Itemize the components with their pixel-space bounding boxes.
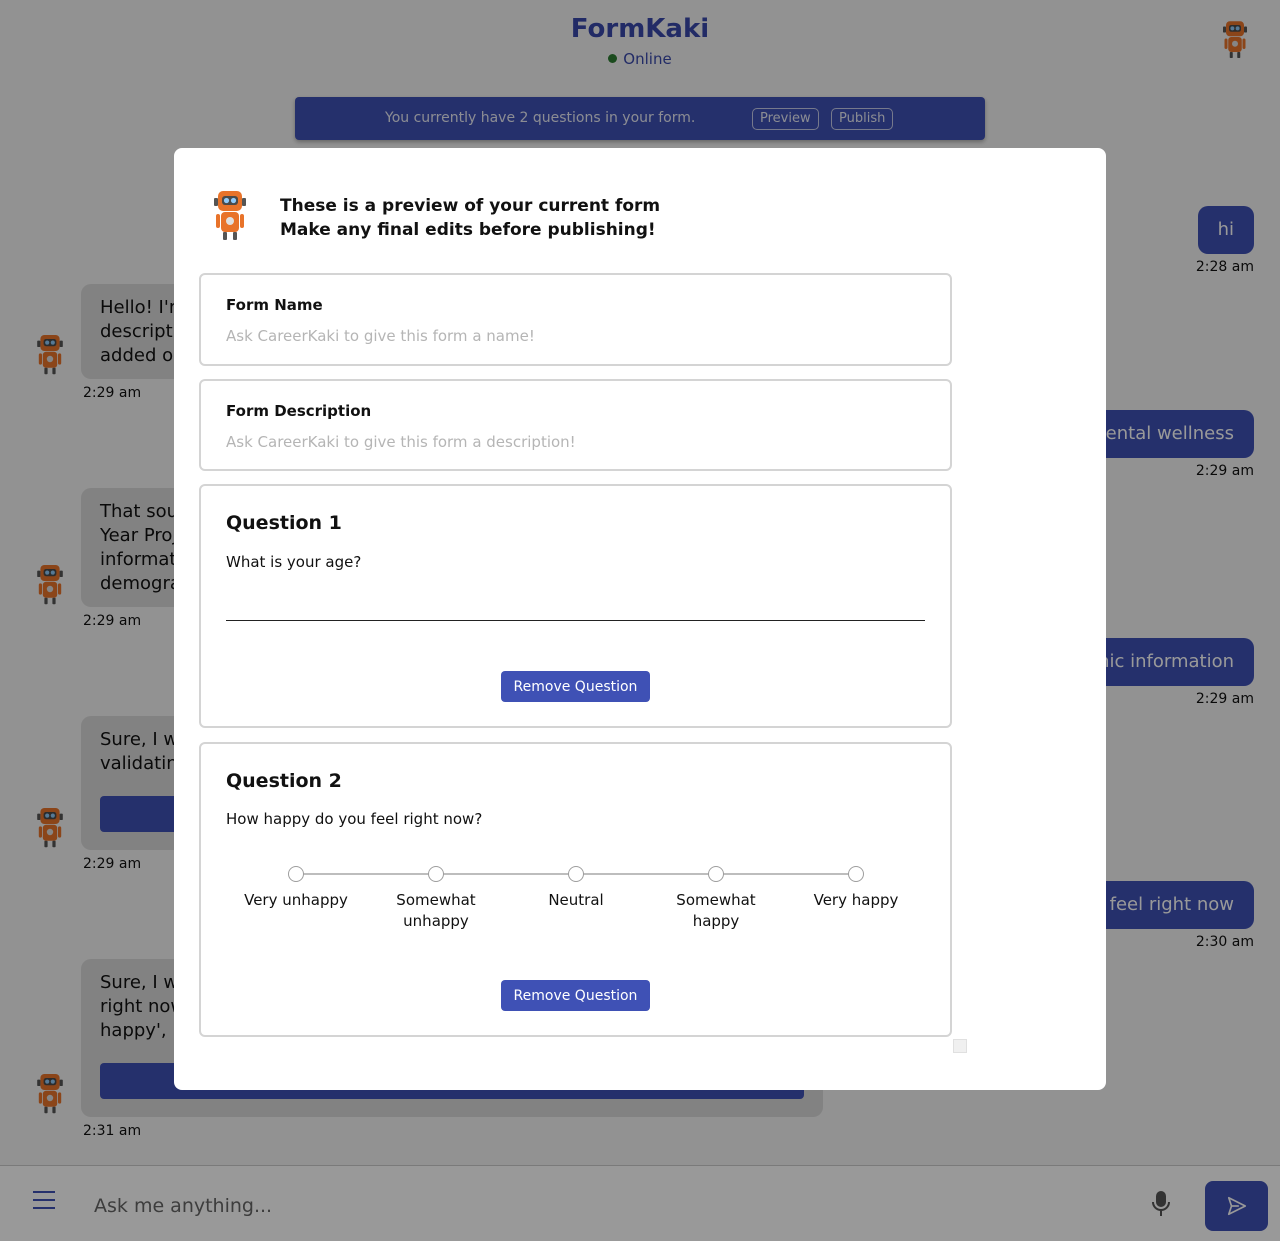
- scale-label: Somewhat unhappy: [396, 891, 476, 930]
- answer-field[interactable]: [226, 620, 925, 621]
- modal-heading-line: Make any final edits before publishing!: [280, 220, 656, 240]
- modal-heading: These is a preview of your current form …: [280, 194, 660, 242]
- form-name-label: Form Name: [226, 296, 323, 314]
- question-text: How happy do you feel right now?: [226, 810, 483, 828]
- scale-label: Neutral: [548, 891, 604, 909]
- question-card-1: Question 1 What is your age? Remove Ques…: [199, 484, 952, 728]
- question-card-2: Question 2 How happy do you feel right n…: [199, 742, 952, 1037]
- scale-label: Somewhat happy: [676, 891, 756, 930]
- scale-label: Very unhappy: [244, 891, 348, 909]
- form-description-placeholder: Ask CareerKaki to give this form a descr…: [226, 433, 576, 451]
- remove-question-button[interactable]: Remove Question: [501, 671, 650, 702]
- scale-radio-somewhat-happy[interactable]: [708, 866, 724, 882]
- question-text: What is your age?: [226, 553, 362, 571]
- question-title: Question 2: [226, 770, 342, 792]
- remove-question-button[interactable]: Remove Question: [501, 980, 650, 1011]
- scale-radio-very-unhappy[interactable]: [288, 866, 304, 882]
- form-name-placeholder: Ask CareerKaki to give this form a name!: [226, 327, 535, 345]
- form-description-label: Form Description: [226, 402, 372, 420]
- robot-avatar-icon: [214, 191, 246, 240]
- question-title: Question 1: [226, 512, 342, 534]
- scale-label: Very happy: [813, 891, 899, 909]
- resize-handle[interactable]: [953, 1039, 967, 1053]
- scale-radio-neutral[interactable]: [568, 866, 584, 882]
- modal-heading-line: These is a preview of your current form: [280, 196, 661, 216]
- form-preview-modal: These is a preview of your current form …: [174, 148, 1106, 1090]
- scale-radio-somewhat-unhappy[interactable]: [428, 866, 444, 882]
- form-name-card[interactable]: Form Name Ask CareerKaki to give this fo…: [199, 273, 952, 366]
- form-description-card[interactable]: Form Description Ask CareerKaki to give …: [199, 379, 952, 471]
- scale-radio-very-happy[interactable]: [848, 866, 864, 882]
